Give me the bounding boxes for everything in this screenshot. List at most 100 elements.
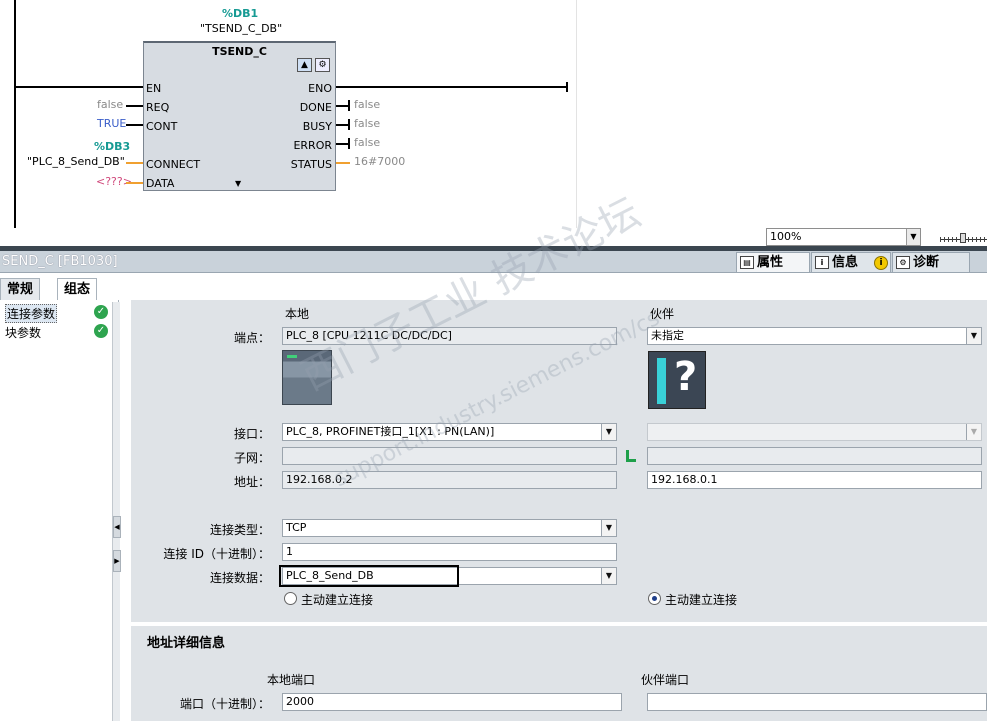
collapse-left-icon[interactable]: ◀ [113, 516, 121, 538]
error-value[interactable]: false [354, 136, 380, 149]
instance-db-name[interactable]: "TSEND_C_DB" [200, 22, 282, 35]
subnet-label: 子网： [233, 451, 270, 465]
unknown-device-icon: ? [648, 351, 706, 409]
done-value[interactable]: false [354, 98, 380, 111]
chevron-down-icon[interactable]: ▼ [601, 424, 616, 440]
connect-db-address: %DB3 [94, 140, 131, 153]
conn-type-value: TCP [286, 521, 307, 534]
cont-wire [126, 124, 143, 126]
zoom-slider[interactable] [940, 232, 987, 244]
network-link-icon [626, 450, 636, 462]
eno-wire-end [566, 82, 568, 92]
active-local-radio[interactable] [284, 592, 297, 605]
question-mark-icon: ? [674, 354, 698, 400]
expand-right-icon[interactable]: ▶ [113, 550, 121, 572]
pin-cont: CONT [146, 120, 178, 133]
pin-busy: BUSY [302, 120, 332, 133]
nav-splitter[interactable]: ◀ ▶ [112, 302, 121, 721]
subnet-partner-field [647, 447, 982, 465]
partner-port-input[interactable] [647, 693, 987, 711]
busy-value[interactable]: false [354, 117, 380, 130]
conn-data-label: 连接数据： [209, 571, 270, 585]
diagnostics-icon: ⚙ [896, 256, 910, 269]
expand-block-arrow[interactable]: ▼ [235, 179, 241, 188]
interface-partner-select[interactable]: ▼ [647, 423, 982, 441]
block-diagnostics-icon[interactable]: ⚙ [315, 58, 330, 72]
nav-block-params[interactable]: 块参数 [5, 324, 41, 341]
info-badge-icon: i [874, 256, 888, 270]
properties-icon: ▤ [740, 256, 754, 269]
conn-id-input[interactable]: 1 [282, 543, 617, 561]
en-wire [16, 86, 143, 88]
chevron-down-icon[interactable]: ▼ [601, 568, 616, 584]
chevron-down-icon[interactable]: ▼ [906, 229, 920, 245]
zoom-value: 100% [770, 230, 802, 243]
conn-id-label: 连接 ID（十进制）： [163, 547, 270, 561]
check-ok-icon: ✓ [94, 305, 108, 319]
network-divider [576, 0, 577, 228]
active-partner-label[interactable]: 主动建立连接 [665, 591, 737, 608]
zoom-select[interactable]: 100% ▼ [766, 228, 921, 246]
connect-value[interactable]: "PLC_8_Send_DB" [27, 155, 125, 168]
connect-wire [126, 162, 143, 164]
tab-info-label: 信息 [832, 255, 859, 270]
chevron-down-icon[interactable]: ▼ [966, 424, 981, 440]
local-column-header: 本地 [285, 307, 310, 321]
info-icon: i [815, 256, 829, 269]
tsend-c-block[interactable]: TSEND_C ▲ ⚙ EN REQ CONT CONNECT DATA ENO… [143, 41, 336, 191]
tab-general[interactable]: 常规 [0, 278, 41, 301]
tab-configuration[interactable]: 组态 [57, 278, 98, 301]
inspector-title: SEND_C [FB1030] [2, 254, 118, 269]
tab-info[interactable]: i 信息 i [811, 252, 891, 273]
conn-type-label: 连接类型： [209, 523, 270, 537]
local-port-header: 本地端口 [267, 673, 316, 687]
network-link-icon-foot [626, 459, 636, 462]
address-details-title: 地址详细信息 [147, 636, 226, 651]
address-partner-field[interactable]: 192.168.0.1 [647, 471, 982, 489]
conn-type-select[interactable]: TCP ▼ [282, 519, 617, 537]
nav-connection-params[interactable]: 连接参数 [5, 304, 58, 323]
busy-wire-end [348, 119, 350, 130]
zoom-slider-thumb[interactable] [960, 233, 966, 243]
pin-status: STATUS [290, 158, 332, 171]
left-power-rail [14, 0, 16, 228]
address-label: 地址： [233, 475, 270, 489]
active-local-label[interactable]: 主动建立连接 [301, 591, 373, 608]
local-port-input[interactable]: 2000 [282, 693, 622, 711]
done-wire-end [348, 100, 350, 111]
req-wire [126, 105, 143, 107]
pin-error: ERROR [293, 139, 332, 152]
interface-label: 接口： [233, 427, 270, 441]
pin-en: EN [146, 82, 162, 95]
subnet-local-field [282, 447, 617, 465]
cont-value[interactable]: TRUE [97, 117, 126, 130]
tab-properties-label: 属性 [757, 255, 784, 270]
chevron-down-icon[interactable]: ▼ [601, 520, 616, 536]
conn-data-highlight [279, 565, 459, 587]
pin-done: DONE [299, 101, 332, 114]
tab-properties[interactable]: ▤ 属性 [736, 252, 810, 273]
block-title: TSEND_C [212, 45, 267, 58]
error-wire-end [348, 138, 350, 149]
block-connection-icon[interactable]: ▲ [297, 58, 312, 72]
status-value[interactable]: 16#7000 [354, 155, 405, 168]
instance-db-address: %DB1 [222, 7, 259, 20]
partner-port-header: 伙伴端口 [641, 673, 690, 687]
config-nav-tree: 连接参数 ✓ 块参数 ✓ [0, 300, 119, 721]
check-ok-icon: ✓ [94, 324, 108, 338]
eno-wire [336, 86, 568, 88]
endpoint-partner-select[interactable]: 未指定 ▼ [647, 327, 982, 345]
pin-req: REQ [146, 101, 170, 114]
chevron-down-icon[interactable]: ▼ [966, 328, 981, 344]
ladder-network: %DB1 "TSEND_C_DB" TSEND_C ▲ ⚙ EN REQ CON… [0, 0, 987, 228]
req-value[interactable]: false [97, 98, 123, 111]
endpoint-label: 端点： [233, 331, 270, 345]
pin-eno: ENO [308, 82, 332, 95]
port-label: 端口（十进制）： [179, 697, 270, 711]
status-wire [336, 162, 350, 164]
tab-diagnostics-label: 诊断 [913, 255, 940, 270]
data-wire [126, 182, 143, 184]
unknown-device-bar-icon [657, 358, 666, 404]
active-partner-radio[interactable] [648, 592, 661, 605]
tab-diagnostics[interactable]: ⚙ 诊断 [892, 252, 970, 273]
